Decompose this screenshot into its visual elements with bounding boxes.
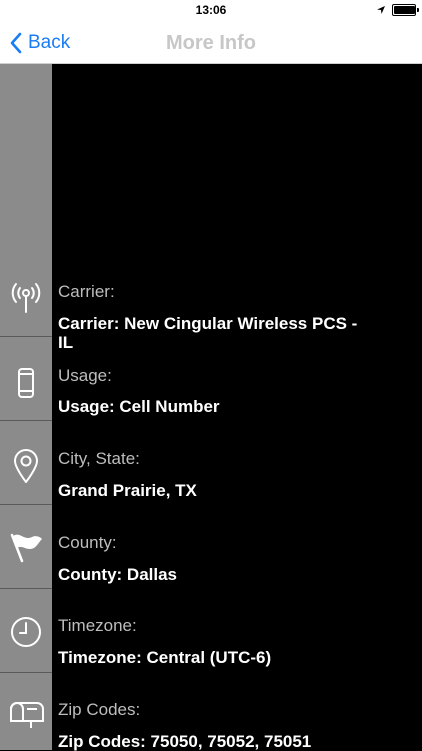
icon-sidebar (0, 64, 52, 750)
zip-codes-label: Zip Codes: (58, 700, 141, 719)
phone-icon (0, 365, 52, 401)
usage-value: Usage: Cell Number (58, 397, 220, 416)
battery-icon (392, 4, 419, 16)
flag-icon (0, 527, 52, 567)
status-bar: 13:06 (0, 0, 422, 20)
sidebar-divider (0, 504, 52, 505)
zip-codes-value: Zip Codes: 75050, 75052, 75051 (58, 732, 312, 751)
carrier-label: Carrier: (58, 282, 115, 301)
sidebar-divider (0, 336, 52, 337)
status-time: 13:06 (195, 3, 227, 17)
county-label: County: (58, 533, 117, 552)
location-pin-icon (0, 447, 52, 485)
county-value: County: Dallas (58, 565, 178, 584)
navigation-bar: Back More Info (0, 20, 422, 64)
page-title: More Info (166, 32, 256, 54)
clock-icon (0, 614, 52, 650)
city-state-value: Grand Prairie, TX (58, 481, 197, 500)
mailbox-icon (0, 696, 52, 732)
status-right (376, 3, 419, 17)
location-arrow-icon (377, 6, 385, 14)
sidebar-divider (0, 420, 52, 421)
city-state-label: City, State: (58, 449, 140, 468)
battery-fill (394, 6, 415, 14)
details-list: Carrier: Carrier: New Cingular Wireless … (58, 64, 418, 751)
timezone-value: Timezone: Central (UTC-6) (58, 648, 272, 667)
sidebar-divider (0, 588, 52, 589)
sidebar-divider (0, 672, 52, 673)
timezone-label: Timezone: (58, 616, 137, 635)
usage-label: Usage: (58, 366, 112, 385)
carrier-value: Carrier: New Cingular Wireless PCS - IL (58, 314, 358, 352)
antenna-icon (0, 279, 52, 315)
